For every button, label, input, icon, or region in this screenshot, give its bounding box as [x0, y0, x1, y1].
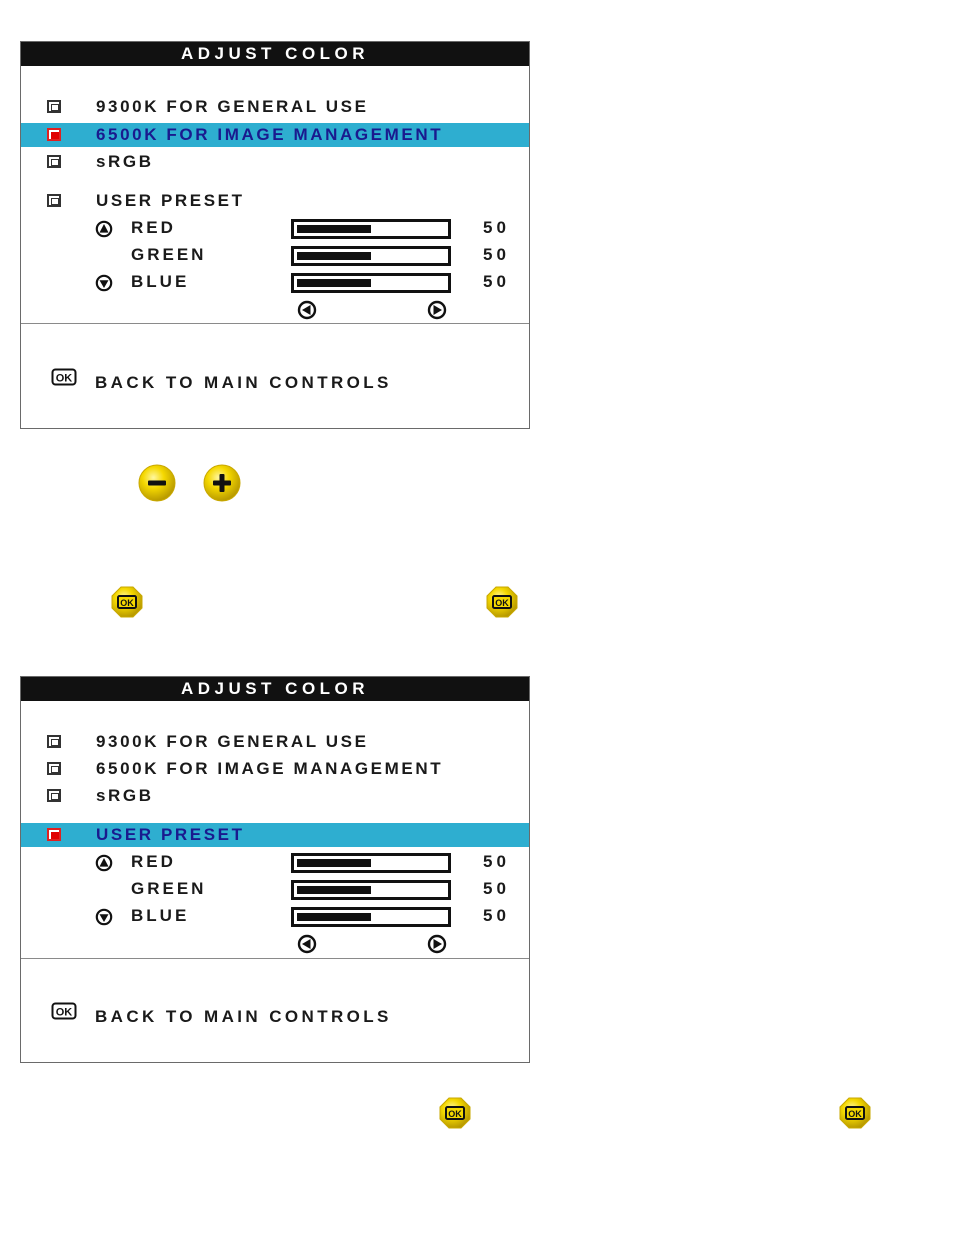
back-label: BACK TO MAIN CONTROLS: [95, 373, 392, 392]
right-arrow-circle-icon: [427, 300, 447, 320]
slider-value: 50: [483, 218, 510, 237]
ok-button-icon[interactable]: [485, 585, 519, 619]
slider-label: GREEN: [131, 245, 207, 264]
checkbox-icon: [47, 155, 61, 168]
checkbox-icon: [47, 100, 61, 113]
checkbox-icon: [47, 194, 61, 207]
option-label: sRGB: [96, 786, 154, 805]
ok-button-icon[interactable]: [438, 1096, 472, 1130]
red-level-bar[interactable]: [291, 853, 451, 873]
slider-green[interactable]: GREEN 50: [21, 877, 529, 904]
slider-label: RED: [131, 852, 176, 871]
adjust-arrows: [21, 298, 529, 322]
blue-level-bar[interactable]: [291, 907, 451, 927]
slider-value: 50: [483, 906, 510, 925]
bar-fill: [297, 279, 371, 287]
option-9300k[interactable]: 9300K FOR GENERAL USE: [21, 95, 529, 119]
slider-value: 50: [483, 879, 510, 898]
option-user-preset[interactable]: USER PRESET: [21, 823, 529, 847]
ok-button-icon[interactable]: [838, 1096, 872, 1130]
back-label: BACK TO MAIN CONTROLS: [95, 1007, 392, 1026]
bar-fill: [297, 859, 371, 867]
adjust-color-panel-2: ADJUST COLOR 9300K FOR GENERAL USE 6500K…: [20, 676, 530, 1063]
adjust-color-panel-1: ADJUST COLOR 9300K FOR GENERAL USE 6500K…: [20, 41, 530, 429]
option-label: USER PRESET: [96, 191, 245, 210]
panel-title: ADJUST COLOR: [21, 677, 529, 701]
slider-label: GREEN: [131, 879, 207, 898]
checkbox-icon: [47, 789, 61, 802]
down-arrow-circle-icon: [95, 908, 113, 926]
green-level-bar[interactable]: [291, 880, 451, 900]
ok-icon: [51, 368, 77, 386]
slider-green[interactable]: GREEN 50: [21, 243, 529, 270]
option-9300k[interactable]: 9300K FOR GENERAL USE: [21, 730, 529, 754]
minus-button-icon[interactable]: [137, 463, 177, 503]
slider-label: RED: [131, 218, 176, 237]
ok-icon: [51, 1002, 77, 1020]
bar-fill: [297, 886, 371, 894]
option-label: 6500K FOR IMAGE MANAGEMENT: [96, 759, 444, 778]
option-srgb[interactable]: sRGB: [21, 784, 529, 808]
option-srgb[interactable]: sRGB: [21, 150, 529, 174]
divider: [21, 323, 529, 324]
slider-blue[interactable]: BLUE 50: [21, 904, 529, 931]
slider-red[interactable]: RED 50: [21, 850, 529, 877]
up-arrow-circle-icon: [95, 220, 113, 238]
slider-value: 50: [483, 272, 510, 291]
slider-value: 50: [483, 852, 510, 871]
left-arrow-circle-icon: [297, 934, 317, 954]
back-to-main-controls[interactable]: BACK TO MAIN CONTROLS: [21, 1002, 529, 1032]
up-arrow-circle-icon: [95, 854, 113, 872]
option-label: sRGB: [96, 152, 154, 171]
blue-level-bar[interactable]: [291, 273, 451, 293]
left-arrow-circle-icon: [297, 300, 317, 320]
option-6500k[interactable]: 6500K FOR IMAGE MANAGEMENT: [21, 123, 529, 147]
checkbox-icon: [47, 762, 61, 775]
option-label: USER PRESET: [96, 825, 245, 844]
divider: [21, 958, 529, 959]
right-arrow-circle-icon: [427, 934, 447, 954]
checkbox-icon: [47, 735, 61, 748]
ok-button-icon[interactable]: [110, 585, 144, 619]
option-6500k[interactable]: 6500K FOR IMAGE MANAGEMENT: [21, 757, 529, 781]
panel-title: ADJUST COLOR: [21, 42, 529, 66]
bar-fill: [297, 913, 371, 921]
slider-label: BLUE: [131, 906, 190, 925]
slider-blue[interactable]: BLUE 50: [21, 270, 529, 297]
option-user-preset[interactable]: USER PRESET: [21, 189, 529, 213]
option-label: 9300K FOR GENERAL USE: [96, 97, 369, 116]
option-label: 6500K FOR IMAGE MANAGEMENT: [96, 125, 444, 144]
adjust-arrows: [21, 932, 529, 956]
bar-fill: [297, 252, 371, 260]
checkbox-selected-icon: [47, 128, 61, 141]
red-level-bar[interactable]: [291, 219, 451, 239]
green-level-bar[interactable]: [291, 246, 451, 266]
slider-label: BLUE: [131, 272, 190, 291]
plus-button-icon[interactable]: [202, 463, 242, 503]
option-label: 9300K FOR GENERAL USE: [96, 732, 369, 751]
back-to-main-controls[interactable]: BACK TO MAIN CONTROLS: [21, 368, 529, 398]
bar-fill: [297, 225, 371, 233]
checkbox-selected-icon: [47, 828, 61, 841]
slider-value: 50: [483, 245, 510, 264]
slider-red[interactable]: RED 50: [21, 216, 529, 243]
down-arrow-circle-icon: [95, 274, 113, 292]
